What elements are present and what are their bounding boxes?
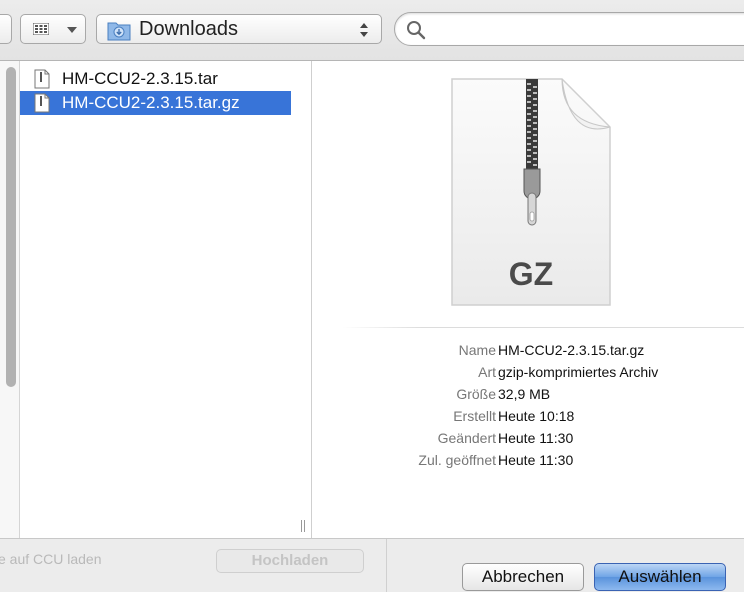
info-value: Heute 11:30 — [498, 430, 574, 446]
info-row-name: Name HM-CCU2-2.3.15.tar.gz — [312, 339, 744, 361]
info-key: Größe — [456, 386, 496, 402]
gz-archive-icon: GZ — [451, 78, 611, 306]
column-view-icon — [33, 23, 49, 35]
choose-button[interactable]: Auswählen — [594, 563, 726, 591]
footer-divider — [386, 539, 387, 592]
info-value: gzip-komprimiertes Archiv — [498, 364, 659, 380]
vertical-scrollbar[interactable] — [0, 61, 20, 539]
info-row-size: Größe 32,9 MB — [312, 383, 744, 405]
info-row-created: Erstellt Heute 10:18 — [312, 405, 744, 427]
preview-pane: GZ Name HM-CCU2-2.3.15.tar.gz Art gzip-k… — [312, 61, 744, 539]
document-icon — [34, 93, 50, 113]
info-value: HM-CCU2-2.3.15.tar.gz — [498, 342, 645, 358]
stepper-icon — [360, 23, 368, 37]
file-column: HM-CCU2-2.3.15.tar HM-CCU2-2.3.15.tar.gz — [20, 61, 312, 539]
gz-badge: GZ — [509, 256, 553, 292]
downloads-folder-icon — [107, 22, 131, 41]
info-key: Name — [458, 342, 496, 358]
chevron-down-icon — [67, 27, 77, 33]
cancel-button[interactable]: Abbrechen — [462, 563, 584, 591]
document-icon — [34, 69, 50, 89]
file-name: HM-CCU2-2.3.15.tar.gz — [62, 93, 240, 112]
column-resize-handle[interactable] — [299, 519, 307, 533]
info-key: Zul. geöffnet — [418, 452, 496, 468]
info-value: 32,9 MB — [498, 386, 551, 402]
file-row-tar-gz[interactable]: HM-CCU2-2.3.15.tar.gz — [20, 91, 291, 115]
view-mode-button[interactable] — [20, 14, 86, 44]
info-row-last-opened: Zul. geöffnet Heute 11:30 — [312, 449, 744, 471]
info-key: Erstellt — [453, 408, 496, 424]
file-browser: HM-CCU2-2.3.15.tar HM-CCU2-2.3.15.tar.gz — [0, 60, 744, 539]
info-value: Heute 11:30 — [498, 452, 574, 468]
upload-button[interactable]: Hochladen — [216, 549, 364, 573]
upload-hint-text: e auf CCU laden — [0, 551, 102, 567]
info-value: Heute 10:18 — [498, 408, 575, 424]
location-popup[interactable]: Downloads — [96, 14, 382, 44]
back-forward-button[interactable] — [0, 14, 12, 44]
info-row-modified: Geändert Heute 11:30 — [312, 427, 744, 449]
info-key: Art — [478, 364, 496, 380]
toolbar: Downloads — [0, 0, 744, 60]
info-row-kind: Art gzip-komprimiertes Archiv — [312, 361, 744, 383]
search-field[interactable] — [394, 12, 744, 46]
file-name: HM-CCU2-2.3.15.tar — [62, 69, 218, 88]
dialog-footer: e auf CCU laden Hochladen Abbrechen Ausw… — [0, 538, 744, 592]
location-label: Downloads — [139, 18, 238, 40]
file-row-tar[interactable]: HM-CCU2-2.3.15.tar — [20, 67, 291, 91]
search-input[interactable] — [431, 19, 731, 39]
info-key: Geändert — [437, 430, 496, 446]
preview-divider — [342, 327, 744, 328]
scrollbar-thumb[interactable] — [6, 67, 16, 387]
search-icon — [407, 21, 426, 40]
